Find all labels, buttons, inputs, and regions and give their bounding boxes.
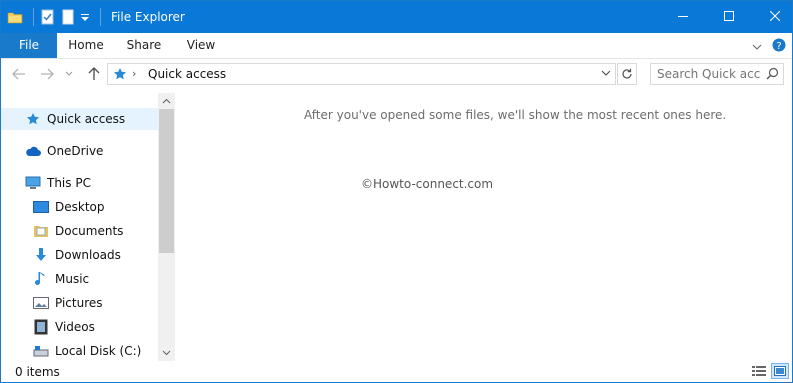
nav-item-documents[interactable]: Documents xyxy=(1,220,158,242)
cloud-icon xyxy=(25,143,41,159)
large-icons-view-button[interactable] xyxy=(771,363,789,379)
scroll-thumb[interactable] xyxy=(159,109,174,253)
nav-item-pictures[interactable]: Pictures xyxy=(1,292,158,314)
large-icons-view-icon xyxy=(774,366,786,376)
status-bar: 0 items xyxy=(1,361,792,382)
close-button[interactable] xyxy=(752,1,793,33)
window-title: File Explorer xyxy=(111,10,185,24)
chevron-down-icon xyxy=(162,350,171,356)
chevron-up-icon xyxy=(162,98,171,104)
toolbar-divider xyxy=(100,8,101,26)
nav-item-label: Quick access xyxy=(47,112,126,126)
nav-item-videos[interactable]: Videos xyxy=(1,316,158,338)
empty-folder-message: After you've opened some files, we'll sh… xyxy=(304,108,727,122)
minimize-icon xyxy=(678,10,688,24)
maximize-button[interactable] xyxy=(706,1,752,33)
tab-file[interactable]: File xyxy=(1,33,57,58)
details-view-icon xyxy=(752,366,766,376)
forward-arrow-icon xyxy=(41,68,54,80)
breadcrumb-separator-icon[interactable]: › xyxy=(132,67,136,80)
nav-item-label: Music xyxy=(55,272,90,286)
nav-item-desktop[interactable]: Desktop xyxy=(1,196,158,218)
address-bar[interactable]: › Quick access xyxy=(107,63,616,85)
search-box[interactable] xyxy=(650,63,784,85)
title-bar: File Explorer xyxy=(1,1,792,33)
nav-item-label: Videos xyxy=(55,320,95,334)
help-icon: ? xyxy=(772,38,786,52)
nav-item-onedrive[interactable]: OneDrive xyxy=(1,140,158,162)
nav-item-this-pc[interactable]: This PC xyxy=(1,172,158,194)
forward-button[interactable] xyxy=(39,66,55,82)
scroll-up-button[interactable] xyxy=(158,93,175,109)
nav-item-downloads[interactable]: Downloads xyxy=(1,244,158,266)
tab-share[interactable]: Share xyxy=(121,33,167,58)
help-button[interactable]: ? xyxy=(772,38,786,55)
new-folder-icon[interactable] xyxy=(60,9,76,25)
search-icon[interactable] xyxy=(766,67,779,83)
quick-access-toolbar xyxy=(7,8,107,26)
nav-item-label: OneDrive xyxy=(47,144,104,158)
recent-locations-button[interactable] xyxy=(64,66,74,82)
nav-item-label: Desktop xyxy=(55,200,105,214)
music-icon xyxy=(33,271,49,287)
watermark-text: ©Howto-connect.com xyxy=(361,177,494,191)
folder-icon[interactable] xyxy=(7,9,23,25)
address-dropdown-button[interactable] xyxy=(601,67,611,80)
refresh-button[interactable] xyxy=(617,63,637,85)
up-button[interactable] xyxy=(86,66,102,82)
star-icon xyxy=(25,111,41,127)
nav-scrollbar[interactable] xyxy=(158,93,175,361)
tab-home[interactable]: Home xyxy=(63,33,109,58)
file-explorer-window: File Explorer File Home Share View ? › Q… xyxy=(0,0,793,383)
expand-ribbon-button[interactable] xyxy=(752,40,762,54)
ribbon-tabs: File Home Share View ? xyxy=(1,33,792,59)
svg-text:?: ? xyxy=(776,41,781,52)
minimize-button[interactable] xyxy=(660,1,706,33)
nav-item-quick-access[interactable]: Quick access xyxy=(1,108,158,130)
nav-item-label: Documents xyxy=(55,224,124,238)
computer-icon xyxy=(25,175,41,191)
chevron-down-icon xyxy=(752,44,762,50)
nav-item-music[interactable]: Music xyxy=(1,268,158,290)
videos-icon xyxy=(33,319,49,335)
chevron-down-icon xyxy=(65,71,73,76)
drive-icon xyxy=(33,343,49,359)
nav-item-local-disk[interactable]: Local Disk (C:) xyxy=(1,340,158,362)
customize-dropdown-icon[interactable] xyxy=(80,9,90,25)
up-arrow-icon xyxy=(88,67,100,80)
scroll-down-button[interactable] xyxy=(158,345,175,361)
search-input[interactable] xyxy=(657,66,761,82)
toolbar-divider xyxy=(33,8,34,26)
nav-item-label: Downloads xyxy=(55,248,121,262)
desktop-icon xyxy=(33,199,49,215)
documents-icon xyxy=(33,223,49,239)
details-view-button[interactable] xyxy=(750,363,768,379)
star-icon xyxy=(113,67,127,84)
navigation-pane: Quick access OneDrive This PC Desktop Do… xyxy=(1,93,175,361)
chevron-down-icon xyxy=(601,70,611,76)
download-icon xyxy=(33,247,49,263)
tab-view[interactable]: View xyxy=(178,33,224,58)
address-row: › Quick access xyxy=(1,59,792,89)
nav-item-label: Pictures xyxy=(55,296,103,310)
nav-item-label: This PC xyxy=(47,176,91,190)
item-count: 0 items xyxy=(15,365,60,379)
breadcrumb[interactable]: Quick access xyxy=(148,67,226,81)
maximize-icon xyxy=(724,10,734,24)
refresh-icon xyxy=(622,68,632,79)
close-icon xyxy=(769,10,781,24)
back-arrow-icon xyxy=(12,68,25,80)
properties-icon[interactable] xyxy=(40,9,56,25)
ribbon-controls: ? xyxy=(752,38,786,55)
file-list-area[interactable]: After you've opened some files, we'll sh… xyxy=(176,93,792,361)
back-button[interactable] xyxy=(11,66,27,82)
nav-item-label: Local Disk (C:) xyxy=(55,344,142,358)
pictures-icon xyxy=(33,295,49,311)
